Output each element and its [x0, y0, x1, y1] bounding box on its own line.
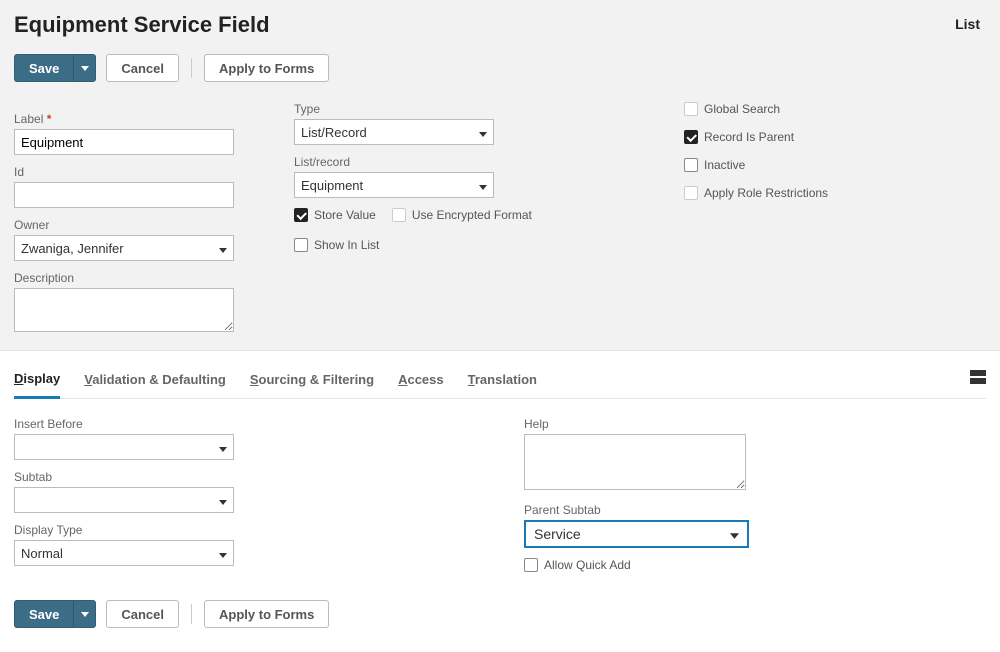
show-in-list-checkbox[interactable] [294, 238, 308, 252]
save-dropdown-caret-bottom[interactable] [74, 600, 96, 628]
list-link[interactable]: List [955, 12, 986, 32]
display-type-value: Normal [21, 546, 63, 561]
show-in-list-label: Show In List [314, 238, 379, 252]
tab-translation[interactable]: Translation [468, 366, 537, 397]
tab-display[interactable]: Display [14, 365, 60, 399]
help-label: Help [524, 417, 784, 431]
use-encrypted-format-label: Use Encrypted Format [412, 208, 532, 222]
insert-before-label: Insert Before [14, 417, 254, 431]
type-field-label: Type [294, 102, 584, 116]
label-field-label: Label [14, 112, 254, 126]
apply-to-forms-button-bottom[interactable]: Apply to Forms [204, 600, 329, 628]
owner-field-label: Owner [14, 218, 254, 232]
apply-role-restrictions-checkbox[interactable] [684, 186, 698, 200]
parent-subtab-value: Service [534, 526, 581, 542]
listrecord-select[interactable]: Equipment [294, 172, 494, 198]
id-field-label: Id [14, 165, 254, 179]
page-title: Equipment Service Field [14, 12, 270, 38]
inactive-label: Inactive [704, 158, 745, 172]
store-value-checkbox[interactable] [294, 208, 308, 222]
type-select[interactable]: List/Record [294, 119, 494, 145]
display-type-select[interactable]: Normal [14, 540, 234, 566]
divider [191, 604, 192, 624]
chevron-down-icon [219, 493, 227, 508]
description-field-label: Description [14, 271, 254, 285]
tab-bar: Display Validation & Defaulting Sourcing… [14, 365, 986, 399]
apply-role-restrictions-label: Apply Role Restrictions [704, 186, 828, 200]
save-dropdown-caret[interactable] [74, 54, 96, 82]
parent-subtab-label: Parent Subtab [524, 503, 784, 517]
cancel-button-bottom[interactable]: Cancel [106, 600, 179, 628]
insert-before-select[interactable] [14, 434, 234, 460]
divider [191, 58, 192, 78]
id-input[interactable] [14, 182, 234, 208]
subtab-select[interactable] [14, 487, 234, 513]
inactive-checkbox[interactable] [684, 158, 698, 172]
chevron-down-icon [219, 546, 227, 561]
use-encrypted-format-checkbox[interactable] [392, 208, 406, 222]
description-textarea[interactable] [14, 288, 234, 332]
save-button-bottom[interactable]: Save [14, 600, 74, 628]
layout-toggle-icon[interactable] [970, 370, 986, 393]
tab-access[interactable]: Access [398, 366, 444, 397]
owner-select[interactable]: Zwaniga, Jennifer [14, 235, 234, 261]
subtab-label: Subtab [14, 470, 254, 484]
type-select-value: List/Record [301, 125, 367, 140]
chevron-down-icon [479, 178, 487, 193]
action-bar-top: Save Cancel Apply to Forms [14, 54, 986, 82]
chevron-down-icon [730, 526, 739, 542]
action-bar-bottom: Save Cancel Apply to Forms [14, 600, 986, 628]
tab-sourcing[interactable]: Sourcing & Filtering [250, 366, 374, 397]
label-input[interactable] [14, 129, 234, 155]
listrecord-select-value: Equipment [301, 178, 363, 193]
global-search-label: Global Search [704, 102, 780, 116]
help-textarea[interactable] [524, 434, 746, 490]
record-is-parent-checkbox[interactable] [684, 130, 698, 144]
apply-to-forms-button[interactable]: Apply to Forms [204, 54, 329, 82]
tab-validation[interactable]: Validation & Defaulting [84, 366, 226, 397]
save-button[interactable]: Save [14, 54, 74, 82]
chevron-down-icon [479, 125, 487, 140]
owner-select-value: Zwaniga, Jennifer [21, 241, 124, 256]
record-is-parent-label: Record Is Parent [704, 130, 794, 144]
allow-quick-add-checkbox[interactable] [524, 558, 538, 572]
allow-quick-add-label: Allow Quick Add [544, 558, 631, 572]
global-search-checkbox[interactable] [684, 102, 698, 116]
display-type-label: Display Type [14, 523, 254, 537]
store-value-label: Store Value [314, 208, 376, 222]
chevron-down-icon [219, 241, 227, 256]
cancel-button[interactable]: Cancel [106, 54, 179, 82]
chevron-down-icon [219, 440, 227, 455]
listrecord-field-label: List/record [294, 155, 584, 169]
parent-subtab-select[interactable]: Service [524, 520, 749, 548]
